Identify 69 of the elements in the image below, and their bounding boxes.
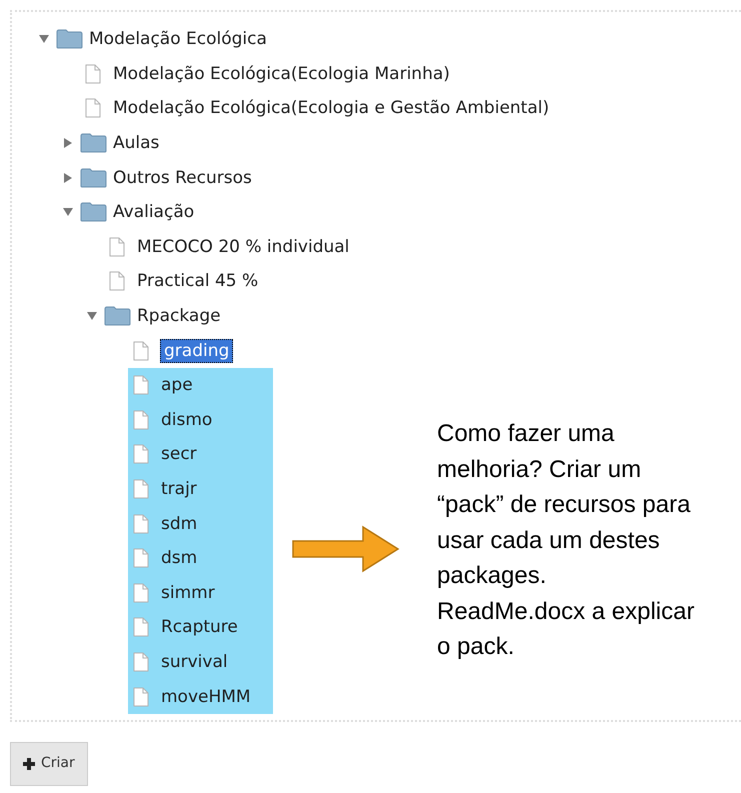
- file-icon: [133, 582, 149, 603]
- node-label[interactable]: trajr: [160, 478, 198, 500]
- folder-icon: [80, 202, 106, 222]
- folder-row[interactable]: Aulas: [80, 126, 160, 160]
- node-label[interactable]: Outros Recursos: [112, 166, 253, 189]
- node-label[interactable]: Avaliação: [112, 201, 196, 224]
- file-row[interactable]: secr: [128, 437, 273, 472]
- file-icon: [133, 686, 149, 707]
- file-row[interactable]: Modelação Ecológica(Ecologia e Gestão Ambiental): [80, 91, 550, 126]
- file-row[interactable]: dismo: [128, 402, 273, 438]
- folder-icon: [80, 133, 106, 154]
- folder-icon: [80, 168, 106, 188]
- node-label[interactable]: Rcapture: [160, 616, 239, 638]
- caret-icon[interactable]: [64, 138, 72, 148]
- file-row[interactable]: ape: [128, 368, 273, 403]
- plus-icon: [23, 758, 35, 770]
- file-icon: [109, 271, 125, 292]
- file-icon: [133, 652, 149, 672]
- annotation-text: Como fazer uma melhoria? Criar um “pack” de recursos para usar cada um destes packages. ReadMe.docx a explicar o pack.: [437, 419, 696, 662]
- node-label[interactable]: dismo: [160, 408, 214, 431]
- file-icon: [133, 617, 149, 638]
- node-label[interactable]: Aulas: [112, 132, 160, 154]
- file-icon: [133, 410, 149, 430]
- file-row[interactable]: moveHMM: [128, 679, 273, 714]
- node-label[interactable]: moveHMM: [160, 686, 252, 708]
- file-row[interactable]: trajr: [128, 472, 273, 506]
- create-button[interactable]: Criar: [10, 742, 88, 786]
- node-label[interactable]: dsm: [160, 547, 198, 570]
- folder-row[interactable]: Rpackage: [104, 298, 222, 334]
- file-icon: [133, 340, 149, 361]
- node-label[interactable]: Rpackage: [136, 305, 222, 328]
- node-label[interactable]: secr: [160, 443, 198, 466]
- caret-icon[interactable]: [39, 35, 49, 44]
- node-label[interactable]: sdm: [160, 512, 198, 535]
- file-icon: [133, 514, 149, 534]
- file-row[interactable]: dsm: [128, 540, 273, 576]
- node-label[interactable]: Modelação Ecológica(Ecologia e Gestão Ambiental): [112, 97, 550, 120]
- folder-row[interactable]: Outros Recursos: [80, 160, 253, 195]
- node-label[interactable]: ape: [160, 374, 194, 396]
- file-icon: [109, 236, 125, 257]
- file-icon: [133, 479, 149, 500]
- file-row[interactable]: MECOCO 20 % individual: [104, 230, 350, 264]
- file-icon: [85, 98, 101, 118]
- node-label[interactable]: Modelação Ecológica(Ecologia Marinha): [112, 62, 451, 85]
- folder-icon: [56, 29, 82, 50]
- caret-icon[interactable]: [87, 312, 97, 320]
- file-icon: [133, 548, 149, 568]
- file-row[interactable]: Practical 45 %: [104, 264, 260, 299]
- file-icon: [85, 64, 101, 84]
- file-row[interactable]: grading: [128, 333, 234, 368]
- node-label[interactable]: grading: [160, 338, 234, 363]
- folder-icon: [104, 306, 130, 326]
- node-label[interactable]: simmr: [160, 582, 216, 604]
- file-row[interactable]: simmr: [128, 576, 273, 610]
- node-label[interactable]: MECOCO 20 % individual: [136, 236, 350, 258]
- file-icon: [133, 444, 149, 464]
- folder-row[interactable]: Avaliação: [80, 194, 196, 230]
- file-row[interactable]: Rcapture: [128, 610, 273, 645]
- caret-icon[interactable]: [64, 172, 72, 183]
- file-row[interactable]: survival: [128, 644, 273, 680]
- file-row[interactable]: Modelação Ecológica(Ecologia Marinha): [80, 56, 451, 92]
- folder-row[interactable]: Modelação Ecológica: [56, 22, 268, 57]
- file-icon: [133, 375, 149, 396]
- node-label[interactable]: Modelação Ecológica: [88, 28, 268, 50]
- node-label[interactable]: survival: [160, 650, 229, 673]
- node-label[interactable]: Practical 45 %: [136, 270, 260, 292]
- file-row[interactable]: sdm: [128, 506, 273, 541]
- caret-icon[interactable]: [63, 208, 73, 216]
- arrow-icon: [292, 525, 400, 573]
